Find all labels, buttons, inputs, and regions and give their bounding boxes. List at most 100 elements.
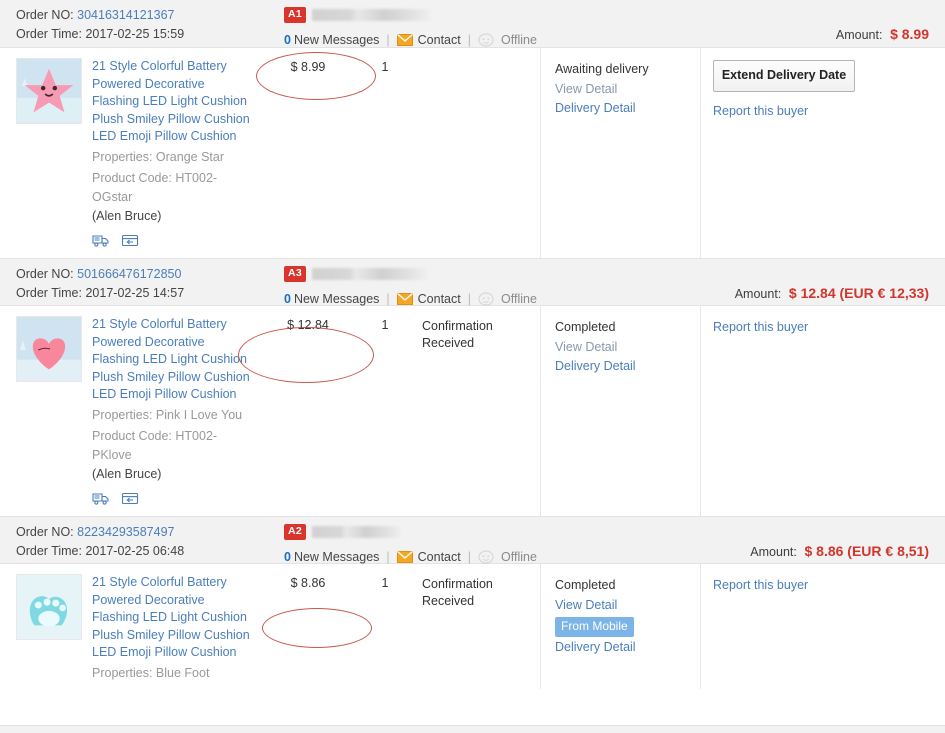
new-messages-label[interactable]: New Messages bbox=[294, 292, 379, 306]
order-status-text: Awaiting delivery bbox=[555, 62, 649, 76]
buyer-block: A2 0 New Messages | Contact | Offline bbox=[284, 521, 750, 568]
order-time-label: Order Time: bbox=[16, 544, 82, 558]
order-body: 21 Style Colorful Battery Powered Decora… bbox=[0, 306, 945, 516]
operations-cell: Extend Delivery Date Report this buyer bbox=[700, 48, 945, 258]
amount-value: $ 12.84 (EUR € 12,33) bbox=[788, 285, 929, 301]
return-box-icon[interactable] bbox=[121, 233, 140, 248]
quantity-cell: 1 bbox=[381, 576, 389, 590]
amount-label: Amount: bbox=[734, 287, 782, 301]
order-status-cell: Completed View Detail Delivery Detail bbox=[540, 306, 700, 516]
new-messages-label[interactable]: New Messages bbox=[294, 550, 379, 564]
offline-icon bbox=[478, 32, 495, 48]
divider: | bbox=[467, 292, 471, 306]
buyer-level-badge: A3 bbox=[284, 266, 307, 282]
price-cell: $ 8.99 bbox=[290, 60, 326, 74]
order-header: Order NO: 82234293587497 Order Time: 201… bbox=[0, 516, 945, 564]
new-messages-label[interactable]: New Messages bbox=[294, 33, 379, 47]
product-title[interactable]: 21 Style Colorful Battery Powered Decora… bbox=[92, 574, 252, 662]
buyer-level-badge: A1 bbox=[284, 7, 307, 23]
delivery-detail-link[interactable]: Delivery Detail bbox=[555, 357, 690, 376]
contact-label: Contact bbox=[417, 33, 461, 47]
contact-button[interactable]: Contact bbox=[396, 33, 461, 47]
new-message-count: 0 bbox=[284, 292, 291, 306]
order-time-line: Order Time: 2017-02-25 14:57 bbox=[16, 284, 284, 303]
offline-icon bbox=[478, 291, 495, 307]
extend-delivery-date-button[interactable]: Extend Delivery Date bbox=[713, 60, 855, 92]
report-this-buyer-link[interactable]: Report this buyer bbox=[713, 578, 808, 592]
order-identity: Order NO: 30416314121367 Order Time: 201… bbox=[16, 4, 284, 44]
contact-button[interactable]: Contact bbox=[396, 550, 461, 564]
product-thumbnail[interactable] bbox=[16, 58, 82, 124]
order-list-page: Order NO: 30416314121367 Order Time: 201… bbox=[0, 0, 945, 733]
offline-label: Offline bbox=[501, 33, 537, 47]
order-status-text: Completed bbox=[555, 320, 616, 334]
delivery-truck-icon[interactable] bbox=[92, 233, 111, 248]
order-status-cell: Awaiting delivery View Detail Delivery D… bbox=[540, 48, 700, 258]
view-detail-link[interactable]: View Detail bbox=[555, 80, 690, 99]
order-no-label: Order NO: bbox=[16, 267, 74, 281]
mail-icon bbox=[396, 292, 413, 305]
product-info: 21 Style Colorful Battery Powered Decora… bbox=[92, 574, 252, 680]
order-no-line: Order NO: 30416314121367 bbox=[16, 6, 284, 25]
order-time-value: 2017-02-25 15:59 bbox=[85, 27, 185, 41]
contact-button[interactable]: Contact bbox=[396, 292, 461, 306]
order-status-cell: Completed View Detail From Mobile Delive… bbox=[540, 564, 700, 689]
order-no-line: Order NO: 82234293587497 bbox=[16, 523, 284, 542]
product-title[interactable]: 21 Style Colorful Battery Powered Decora… bbox=[92, 58, 252, 146]
delivery-detail-link[interactable]: Delivery Detail bbox=[555, 638, 690, 657]
online-status: Offline bbox=[478, 32, 537, 48]
mail-icon bbox=[396, 33, 413, 46]
product-thumbnail[interactable] bbox=[16, 574, 82, 640]
product-cell: 21 Style Colorful Battery Powered Decora… bbox=[0, 306, 260, 516]
buyer-block: A1 0 New Messages | Contact | Offline bbox=[284, 4, 836, 51]
report-this-buyer-link[interactable]: Report this buyer bbox=[713, 320, 808, 334]
report-this-buyer-link[interactable]: Report this buyer bbox=[713, 104, 808, 118]
return-box-icon[interactable] bbox=[121, 491, 140, 506]
order-no-label: Order NO: bbox=[16, 525, 74, 539]
payment-status-cell bbox=[410, 48, 540, 258]
order-amount: Amount: $ 8.99 bbox=[836, 4, 929, 42]
buyer-row: A3 bbox=[284, 264, 735, 284]
order-time-value: 2017-02-25 06:48 bbox=[85, 544, 185, 558]
order-time-value: 2017-02-25 14:57 bbox=[85, 286, 185, 300]
price-cell: $ 8.86 bbox=[290, 576, 326, 590]
product-info: 21 Style Colorful Battery Powered Decora… bbox=[92, 58, 252, 248]
order-no-line: Order NO: 501666476172850 bbox=[16, 265, 284, 284]
contact-label: Contact bbox=[417, 292, 461, 306]
product-thumbnail[interactable] bbox=[16, 316, 82, 382]
price-cell: $ 12.84 bbox=[287, 318, 329, 332]
contact-label: Contact bbox=[417, 550, 461, 564]
buyer-row: A2 bbox=[284, 522, 750, 542]
buyer-block: A3 0 New Messages | Contact | Offline bbox=[284, 263, 735, 310]
buyer-level-badge: A2 bbox=[284, 524, 307, 540]
offline-icon bbox=[478, 549, 495, 565]
order-amount: Amount: $ 12.84 (EUR € 12,33) bbox=[735, 263, 929, 301]
from-mobile-badge: From Mobile bbox=[555, 617, 634, 637]
order-no-value[interactable]: 30416314121367 bbox=[77, 8, 174, 22]
online-status: Offline bbox=[478, 291, 537, 307]
delivery-detail-link[interactable]: Delivery Detail bbox=[555, 99, 690, 118]
product-properties: Properties: Blue Foot bbox=[92, 665, 210, 680]
view-detail-link[interactable]: View Detail bbox=[555, 596, 690, 615]
order-header: Order NO: 501666476172850 Order Time: 20… bbox=[0, 258, 945, 306]
order-time-line: Order Time: 2017-02-25 15:59 bbox=[16, 25, 284, 44]
amount-label: Amount: bbox=[750, 545, 797, 559]
amount-value: $ 8.86 (EUR € 8,51) bbox=[804, 543, 929, 559]
order-body: 21 Style Colorful Battery Powered Decora… bbox=[0, 564, 945, 689]
product-title[interactable]: 21 Style Colorful Battery Powered Decora… bbox=[92, 316, 252, 404]
offline-label: Offline bbox=[501, 292, 537, 306]
order-no-value[interactable]: 501666476172850 bbox=[77, 267, 181, 281]
buyer-name-masked bbox=[312, 9, 433, 21]
divider: | bbox=[386, 292, 390, 306]
operations-cell: Report this buyer bbox=[700, 306, 945, 516]
view-detail-link[interactable]: View Detail bbox=[555, 338, 690, 357]
delivery-truck-icon[interactable] bbox=[92, 491, 111, 506]
order-identity: Order NO: 501666476172850 Order Time: 20… bbox=[16, 263, 284, 303]
order-identity: Order NO: 82234293587497 Order Time: 201… bbox=[16, 521, 284, 561]
product-properties: Properties: Pink I Love You bbox=[92, 407, 243, 422]
operations-cell: Report this buyer bbox=[700, 564, 945, 689]
order-no-value[interactable]: 82234293587497 bbox=[77, 525, 174, 539]
buyer-name-masked bbox=[312, 526, 403, 538]
divider: | bbox=[467, 550, 471, 564]
product-code: Product Code: HT002-OGstar bbox=[92, 170, 218, 204]
